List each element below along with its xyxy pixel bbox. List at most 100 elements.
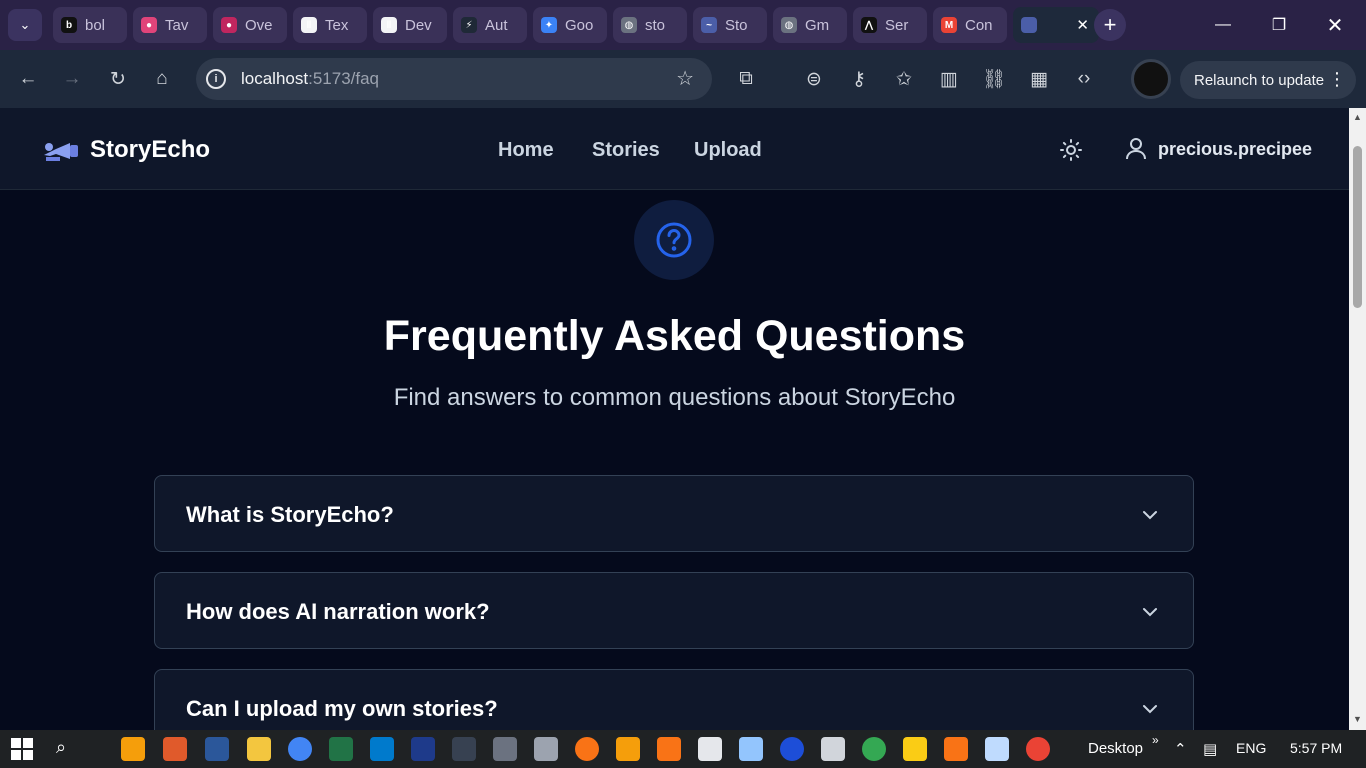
tab-label: Ove <box>245 16 273 34</box>
language-indicator[interactable]: ENG <box>1236 740 1266 756</box>
reload-icon[interactable]: ↻ <box>105 66 131 92</box>
chevron-down-icon <box>1143 705 1157 714</box>
chrome-icon[interactable] <box>862 737 886 761</box>
xampp-icon[interactable] <box>616 737 640 761</box>
browser-tab[interactable]: ● Tav <box>133 7 207 43</box>
brand-name: StoryEcho <box>90 136 211 163</box>
tab-search-button[interactable]: ⌄ <box>8 9 42 41</box>
database-icon[interactable] <box>534 737 558 761</box>
url-text[interactable]: localhost:5173/faq <box>241 69 379 89</box>
back-icon[interactable]: ← <box>15 66 41 92</box>
photos-icon[interactable] <box>821 737 845 761</box>
faq-item[interactable]: What is StoryEcho? <box>154 475 1194 552</box>
notes-icon[interactable] <box>739 737 763 761</box>
browser-tab[interactable]: ‖ Tex <box>293 7 367 43</box>
page-scrollbar[interactable]: ▲ ▼ <box>1349 108 1366 730</box>
tray-up-icon[interactable]: ⌃ <box>1174 740 1187 758</box>
chevron-right-icon[interactable]: » <box>1152 733 1159 747</box>
chevron-down-icon <box>1143 608 1157 617</box>
browser-tab[interactable]: M Con <box>933 7 1007 43</box>
brand-link[interactable]: StoryEcho <box>40 136 210 164</box>
address-bar[interactable]: i localhost:5173/faq ☆ <box>196 58 712 100</box>
browser-tab[interactable]: ◍ sto <box>613 7 687 43</box>
site-info-icon[interactable]: i <box>206 69 226 89</box>
favorites-icon[interactable]: ✩ <box>891 66 917 92</box>
restore-button[interactable]: ❐ <box>1256 10 1302 40</box>
browser-tab[interactable]: ⋀ Ser <box>853 7 927 43</box>
warning-app-icon[interactable] <box>903 737 927 761</box>
word-icon[interactable] <box>205 737 229 761</box>
scrollbar-thumb[interactable] <box>1353 146 1362 308</box>
chrome-icon[interactable] <box>1026 737 1050 761</box>
scroll-up-icon[interactable]: ▲ <box>1353 112 1362 122</box>
browser-tab[interactable]: ⚡ Aut <box>453 7 527 43</box>
nav-home[interactable]: Home <box>498 139 554 162</box>
faq-question: What is StoryEcho? <box>186 502 394 527</box>
app-viewport: StoryEcho Home Stories Upload precious.p… <box>0 108 1349 730</box>
more-menu-icon[interactable]: ⋮ <box>1328 69 1346 90</box>
nav-stories[interactable]: Stories <box>592 139 660 162</box>
browser-tab[interactable]: b bol <box>53 7 127 43</box>
terminal-icon[interactable] <box>452 737 476 761</box>
close-tab-icon[interactable]: ✕ <box>1076 16 1089 34</box>
fl-studio-icon[interactable] <box>944 737 968 761</box>
user-icon <box>1126 138 1146 160</box>
bookmark-star-icon[interactable]: ☆ <box>676 66 694 91</box>
notification-icon[interactable]: ▤ <box>1203 740 1217 758</box>
tab-label: Aut <box>485 16 508 34</box>
nav-upload[interactable]: Upload <box>694 139 762 162</box>
t-app-icon[interactable] <box>780 737 804 761</box>
tab-favicon-icon: ‖ <box>301 17 317 33</box>
chrome-icon[interactable] <box>288 737 312 761</box>
question-circle-icon <box>634 200 714 280</box>
calculator-icon[interactable] <box>698 737 722 761</box>
extensions-icon[interactable]: ⧉ <box>733 66 759 92</box>
tab-favicon-icon: ● <box>141 17 157 33</box>
powerpoint-icon[interactable] <box>163 737 187 761</box>
key-icon[interactable]: ⚷ <box>846 66 872 92</box>
relaunch-button[interactable]: Relaunch to update ⋮ <box>1180 61 1356 99</box>
tab-favicon-icon: ‖ <box>381 17 397 33</box>
search-icon[interactable]: ⌕ <box>56 737 80 761</box>
forward-icon[interactable]: → <box>59 66 85 92</box>
vlc-icon[interactable] <box>657 737 681 761</box>
storyecho-favicon-icon <box>1021 17 1037 33</box>
browser-tab[interactable]: ● Ove <box>213 7 287 43</box>
git-icon[interactable] <box>493 737 517 761</box>
clock[interactable]: 5:57 PM <box>1290 740 1342 756</box>
profile-avatar[interactable] <box>1131 59 1171 99</box>
user-menu[interactable]: precious.precipee <box>1126 138 1312 160</box>
faq-item[interactable]: How does AI narration work? <box>154 572 1194 649</box>
incognito-icon[interactable]: ⊜ <box>801 66 827 92</box>
theme-toggle-sun-icon[interactable] <box>1059 138 1083 162</box>
excel-icon[interactable] <box>329 737 353 761</box>
browser-tab[interactable]: ~ Sto <box>693 7 767 43</box>
side-panel-icon[interactable]: ▦ <box>1026 66 1052 92</box>
tab-label: Gm <box>805 16 830 34</box>
windows-start-icon[interactable] <box>10 737 34 761</box>
browser-tab-active[interactable]: ✕ <box>1013 7 1099 43</box>
scroll-down-icon[interactable]: ▼ <box>1353 714 1362 724</box>
link-icon[interactable]: ⛓ <box>981 66 1007 92</box>
browser-tab[interactable]: ◍ Gm <box>773 7 847 43</box>
new-tab-button[interactable]: + <box>1094 9 1126 41</box>
devtools-icon[interactable]: ‹› <box>1071 66 1097 92</box>
vscode-icon[interactable] <box>370 737 394 761</box>
notepad-icon[interactable] <box>985 737 1009 761</box>
tab-favicon-icon: ~ <box>701 17 717 33</box>
close-window-button[interactable]: ✕ <box>1312 10 1358 40</box>
faq-item[interactable]: Can I upload my own stories? <box>154 669 1194 730</box>
browser-tab[interactable]: ✦ Goo <box>533 7 607 43</box>
browser-tab[interactable]: ‖ Dev <box>373 7 447 43</box>
minimize-button[interactable]: — <box>1200 10 1246 40</box>
postman-icon[interactable] <box>575 737 599 761</box>
home-icon[interactable]: ⌂ <box>149 66 175 92</box>
desktop-toolbar-label[interactable]: Desktop <box>1088 740 1143 757</box>
reading-mode-icon[interactable]: ▥ <box>936 66 962 92</box>
tab-favicon-icon: ◍ <box>781 17 797 33</box>
powershell-icon[interactable] <box>411 737 435 761</box>
browser-tab-strip: ⌄ b bol ● Tav ● Ove ‖ Tex ‖ Dev ⚡ Aut ✦ Goo ◍ sto ~ Sto ◍ G… <box>0 0 1366 50</box>
file-explorer-icon[interactable] <box>247 737 271 761</box>
search-app-icon[interactable] <box>121 737 145 761</box>
tab-label: sto <box>645 16 666 34</box>
